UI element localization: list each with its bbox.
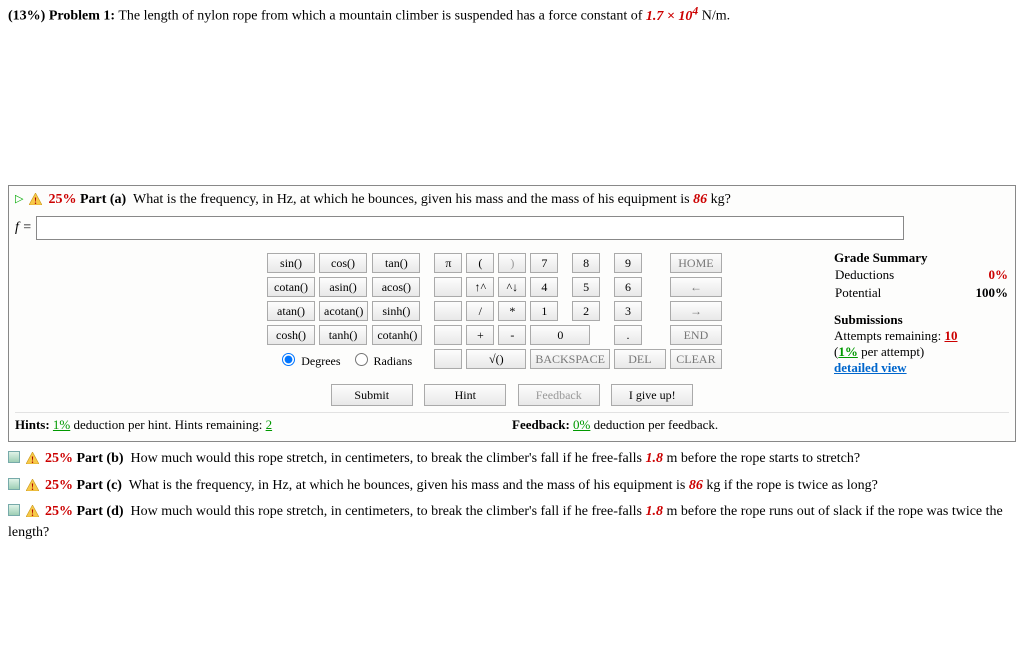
key-backspace[interactable]: BACKSPACE bbox=[530, 349, 610, 369]
detailed-view-link[interactable]: detailed view bbox=[834, 360, 907, 375]
part-a-question-after: kg? bbox=[711, 192, 731, 207]
part-a-label: Part (a) bbox=[80, 192, 126, 207]
fn-tan[interactable]: tan() bbox=[372, 253, 420, 273]
key-8[interactable]: 8 bbox=[572, 253, 600, 273]
degrees-radio[interactable]: Degrees bbox=[277, 354, 340, 368]
key-blank4[interactable] bbox=[434, 349, 462, 369]
key-rparen[interactable]: ) bbox=[498, 253, 526, 273]
key-sqrt[interactable]: √() bbox=[466, 349, 526, 369]
problem-weight: (13%) bbox=[8, 9, 45, 24]
part-a-question-before: What is the frequency, in Hz, at which h… bbox=[133, 192, 690, 207]
key-minus[interactable]: - bbox=[498, 325, 526, 345]
svg-text:!: ! bbox=[34, 196, 37, 205]
key-home[interactable]: HOME bbox=[670, 253, 722, 273]
part-a-header: ▷ ! 25% Part (a) What is the frequency, … bbox=[15, 192, 1009, 210]
warning-icon: ! bbox=[26, 452, 39, 471]
fn-sin[interactable]: sin() bbox=[267, 253, 315, 273]
key-5[interactable]: 5 bbox=[572, 277, 600, 297]
submit-button[interactable]: Submit bbox=[331, 384, 413, 406]
problem-label: Problem 1: bbox=[49, 9, 115, 24]
key-lparen[interactable]: ( bbox=[466, 253, 494, 273]
fn-acos[interactable]: acos() bbox=[372, 277, 420, 297]
key-pi[interactable]: π bbox=[434, 253, 462, 273]
deductions-value: 0% bbox=[946, 266, 1009, 284]
fn-cos[interactable]: cos() bbox=[319, 253, 367, 273]
key-3[interactable]: 3 bbox=[614, 301, 642, 321]
answer-input[interactable] bbox=[36, 216, 904, 240]
collapse-icon[interactable] bbox=[8, 451, 20, 463]
problem-header: (13%) Problem 1: The length of nylon rop… bbox=[8, 4, 1016, 25]
feedback-button[interactable]: Feedback bbox=[518, 384, 600, 406]
radians-radio[interactable]: Radians bbox=[350, 354, 413, 368]
warning-icon: ! bbox=[29, 193, 42, 210]
key-up[interactable]: ↑^ bbox=[466, 277, 494, 297]
key-blank2[interactable] bbox=[434, 301, 462, 321]
per-attempt-line: (1% per attempt) bbox=[834, 344, 1009, 360]
warning-icon: ! bbox=[26, 479, 39, 498]
key-plus[interactable]: + bbox=[466, 325, 494, 345]
key-1[interactable]: 1 bbox=[530, 301, 558, 321]
svg-text:!: ! bbox=[31, 482, 34, 491]
grade-summary: Grade Summary Deductions0% Potential100%… bbox=[834, 250, 1009, 376]
part-a-pct: 25% bbox=[48, 192, 76, 207]
attempts-line: Attempts remaining: 10 bbox=[834, 328, 1009, 344]
key-9[interactable]: 9 bbox=[614, 253, 642, 273]
grade-header: Grade Summary bbox=[834, 250, 1009, 266]
problem-text-after: N/m. bbox=[702, 9, 730, 24]
collapse-icon[interactable] bbox=[8, 478, 20, 490]
warning-icon: ! bbox=[26, 505, 39, 524]
part-a-panel: ▷ ! 25% Part (a) What is the frequency, … bbox=[8, 185, 1016, 442]
potential-value: 100% bbox=[946, 284, 1009, 302]
fn-acotan[interactable]: acotan() bbox=[319, 301, 368, 321]
part-a-mass: 86 bbox=[693, 192, 707, 207]
feedback-info: Feedback: 0% deduction per feedback. bbox=[512, 417, 1009, 433]
hint-button[interactable]: Hint bbox=[424, 384, 506, 406]
key-div[interactable]: / bbox=[466, 301, 494, 321]
part-b: ! 25% Part (b) How much would this rope … bbox=[8, 450, 1016, 471]
fn-atan[interactable]: atan() bbox=[267, 301, 315, 321]
hints-info: Hints: 1% deduction per hint. Hints rema… bbox=[15, 417, 512, 433]
key-clear[interactable]: CLEAR bbox=[670, 349, 722, 369]
fn-cotan[interactable]: cotan() bbox=[267, 277, 315, 297]
key-down[interactable]: ^↓ bbox=[498, 277, 526, 297]
attempts-remaining: 10 bbox=[944, 328, 957, 343]
giveup-button[interactable]: I give up! bbox=[611, 384, 693, 406]
deductions-label: Deductions bbox=[834, 266, 946, 284]
expand-icon[interactable]: ▷ bbox=[15, 193, 23, 205]
problem-text-before: The length of nylon rope from which a mo… bbox=[118, 9, 642, 24]
fn-tanh[interactable]: tanh() bbox=[319, 325, 367, 345]
part-c: ! 25% Part (c) What is the frequency, in… bbox=[8, 477, 1016, 498]
svg-text:!: ! bbox=[31, 508, 34, 517]
key-right[interactable]: → bbox=[670, 301, 722, 321]
part-d: ! 25% Part (d) How much would this rope … bbox=[8, 503, 1016, 543]
key-6[interactable]: 6 bbox=[614, 277, 642, 297]
key-blank1[interactable] bbox=[434, 277, 462, 297]
key-2[interactable]: 2 bbox=[572, 301, 600, 321]
submissions-header: Submissions bbox=[834, 312, 1009, 328]
calculator: sin() cos() tan() cotan() asin() acos() … bbox=[167, 250, 822, 372]
key-0[interactable]: 0 bbox=[530, 325, 590, 345]
fn-cosh[interactable]: cosh() bbox=[267, 325, 315, 345]
key-end[interactable]: END bbox=[670, 325, 722, 345]
key-dot[interactable]: . bbox=[614, 325, 642, 345]
key-left[interactable]: ← bbox=[670, 277, 722, 297]
svg-text:!: ! bbox=[31, 455, 34, 464]
potential-label: Potential bbox=[834, 284, 946, 302]
fn-asin[interactable]: asin() bbox=[319, 277, 367, 297]
key-4[interactable]: 4 bbox=[530, 277, 558, 297]
key-del[interactable]: DEL bbox=[614, 349, 666, 369]
force-constant: 1.7 × 104 bbox=[646, 9, 698, 24]
key-mul[interactable]: * bbox=[498, 301, 526, 321]
fn-cotanh[interactable]: cotanh() bbox=[372, 325, 422, 345]
fn-sinh[interactable]: sinh() bbox=[372, 301, 420, 321]
key-7[interactable]: 7 bbox=[530, 253, 558, 273]
answer-lhs: f = bbox=[15, 220, 32, 236]
collapse-icon[interactable] bbox=[8, 504, 20, 516]
key-blank3[interactable] bbox=[434, 325, 462, 345]
